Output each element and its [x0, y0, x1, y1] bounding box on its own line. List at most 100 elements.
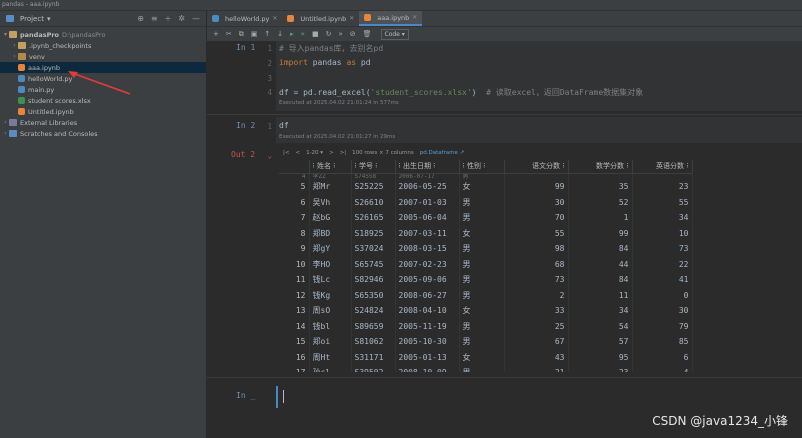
empty-code-cell[interactable] — [276, 386, 802, 408]
table-cell: 98 — [504, 241, 569, 257]
stop-icon[interactable]: ■ — [312, 30, 319, 38]
paste-icon[interactable]: ▣ — [251, 30, 258, 38]
dataframe-pager: |< < 1-20 ▾ > >| 100 rows × 7 columns pd… — [283, 150, 464, 156]
clear-output-icon[interactable]: ⊘ — [350, 30, 356, 38]
folder-icon — [9, 31, 17, 38]
chevron-down-icon: ▾ — [46, 14, 51, 23]
column-header[interactable]: ⁝ 姓名 ⁝ — [309, 160, 352, 174]
run-cell-icon[interactable]: ▸ — [290, 30, 294, 38]
table-cell: 男 — [459, 210, 505, 226]
table-cell: 22 — [632, 256, 693, 272]
table-row: 9 郑gY S37024 2008-03-15 男 98 84 73 — [279, 241, 693, 257]
table-row: 12 钱Kg S65350 2008-06-27 男 2 11 0 — [279, 287, 693, 303]
table-cell: 郑gY — [309, 241, 352, 257]
table-cell: 郑oi — [309, 334, 352, 350]
table-cell: 52 — [568, 194, 633, 210]
table-cell: S65350 — [351, 287, 396, 303]
text-caret — [283, 390, 284, 403]
tab-helloworld-py[interactable]: helloWorld.py ✕ — [207, 11, 282, 26]
notebook-editor: In 1 1 2 3 4 # 导入pandas库，去别名pd import pa… — [207, 41, 802, 438]
table-cell: 23 — [568, 365, 633, 372]
table-cell: 10 — [632, 225, 693, 241]
table-cell: 2007-01-03 — [395, 194, 460, 210]
tree-item-pandaspro[interactable]: ▾ pandasPro D:\pandasPro — [0, 29, 206, 40]
table-cell: 女 — [459, 303, 505, 319]
add-cell-icon[interactable]: + — [213, 30, 219, 38]
page-range-select[interactable]: 1-20 ▾ — [306, 150, 323, 156]
rerun-icon[interactable]: » — [338, 30, 342, 38]
tree-item-ipynb-checkpoints[interactable]: › .ipynb_checkpoints — [0, 40, 206, 51]
tree-item-external-libraries[interactable]: › External Libraries — [0, 117, 206, 128]
move-down-icon[interactable]: ↓ — [277, 30, 283, 38]
tree-item-label: aaa.ipynb — [28, 63, 61, 72]
prev-page-icon[interactable]: < — [295, 150, 300, 156]
target-icon[interactable]: ⊕ — [137, 14, 144, 23]
close-icon[interactable]: ✕ — [412, 14, 417, 21]
collapse-all-icon[interactable]: ÷ — [165, 14, 172, 23]
table-cell: 41 — [632, 272, 693, 288]
hide-icon[interactable]: — — [192, 14, 200, 23]
row-index: 8 — [279, 225, 310, 241]
execution-info: Executed at 2025.04.02 21:01:27 in 29ms — [279, 134, 396, 140]
code-line[interactable]: df — [279, 121, 289, 130]
table-cell: 钱Lc — [309, 272, 352, 288]
column-header[interactable]: 英语分数 ⁝ — [632, 160, 693, 174]
chevron-right-icon: › — [4, 119, 7, 126]
table-cell: 郑Mr — [309, 179, 352, 195]
first-page-icon[interactable]: |< — [283, 150, 289, 156]
table-cell: 6 — [632, 349, 693, 365]
cell-type-select[interactable]: Code ▾ — [380, 28, 409, 40]
table-cell: 95 — [568, 349, 633, 365]
column-header[interactable]: 数学分数 ⁝ — [568, 160, 633, 174]
tab-aaa-ipynb[interactable]: aaa.ipynb ✕ — [359, 11, 423, 26]
table-cell: S24824 — [351, 303, 396, 319]
column-header[interactable]: ⁝ 出生日期 ⁝ — [395, 160, 460, 174]
run-all-icon[interactable]: » — [301, 30, 305, 38]
line-number: 4 — [267, 88, 272, 97]
column-header[interactable]: 语文分数 ⁝ — [504, 160, 569, 174]
cell-separator — [207, 377, 802, 378]
tree-item-scratches[interactable]: › Scratches and Consoles — [0, 128, 206, 139]
chevron-down-icon[interactable]: ⌄ — [264, 151, 272, 160]
gear-icon[interactable]: ✲ — [178, 14, 185, 23]
code-line[interactable]: import pandas as pd — [279, 58, 371, 67]
table-row: 8 郑BD S18925 2007-03-11 女 55 99 10 — [279, 225, 693, 241]
window-title: pandas - aaa.ipynb — [2, 1, 60, 8]
table-cell: 男 — [459, 241, 505, 257]
table-cell: 67 — [504, 334, 569, 350]
tree-item-venv[interactable]: › venv — [0, 51, 206, 62]
next-page-icon[interactable]: > — [329, 150, 334, 156]
page-range: 1-20 — [306, 150, 319, 156]
row-index: 12 — [279, 287, 310, 303]
table-cell: 35 — [568, 179, 633, 195]
column-header[interactable]: ⁝ 性别 ⁝ — [459, 160, 505, 174]
code-text: ) — [471, 88, 487, 97]
line-number: 3 — [267, 74, 272, 83]
expand-all-icon[interactable]: ≡ — [151, 14, 158, 23]
cut-icon[interactable]: ✂ — [226, 30, 232, 38]
dataframe-type-link[interactable]: pd.Dataframe ↗ — [420, 150, 465, 156]
table-cell: 女 — [459, 225, 505, 241]
close-icon[interactable]: ✕ — [272, 15, 277, 22]
table-row: 14 钱bl S89659 2005-11-19 男 25 54 79 — [279, 318, 693, 334]
table-cell: 73 — [632, 241, 693, 257]
project-view-selector[interactable]: Project ▾ — [6, 15, 50, 23]
delete-icon[interactable]: 🗑 — [363, 30, 372, 38]
code-line[interactable]: df = pd.read_excel('student_scores.xlsx'… — [279, 87, 643, 98]
table-row: 11 钱Lc S82946 2005-09-06 男 73 84 41 — [279, 272, 693, 288]
move-up-icon[interactable]: ↑ — [264, 30, 270, 38]
restart-icon[interactable]: ↻ — [326, 30, 332, 38]
close-icon[interactable]: ✕ — [349, 15, 354, 22]
table-cell: 男 — [459, 365, 505, 372]
row-index: 15 — [279, 334, 310, 350]
table-cell: 79 — [632, 318, 693, 334]
column-header-label: 姓名 — [316, 162, 331, 171]
last-page-icon[interactable]: >| — [340, 150, 346, 156]
tab-untitled-ipynb[interactable]: Untitled.ipynb ✕ — [282, 11, 359, 26]
code-line[interactable]: # 导入pandas库，去别名pd — [279, 43, 383, 54]
tree-item-untitled-ipynb[interactable]: Untitled.ipynb — [0, 106, 206, 117]
table-cell: 57 — [568, 334, 633, 350]
copy-icon[interactable]: ⧉ — [239, 30, 244, 39]
table-cell: 30 — [632, 303, 693, 319]
column-header[interactable]: ⁝ 学号 ⁝ — [351, 160, 396, 174]
